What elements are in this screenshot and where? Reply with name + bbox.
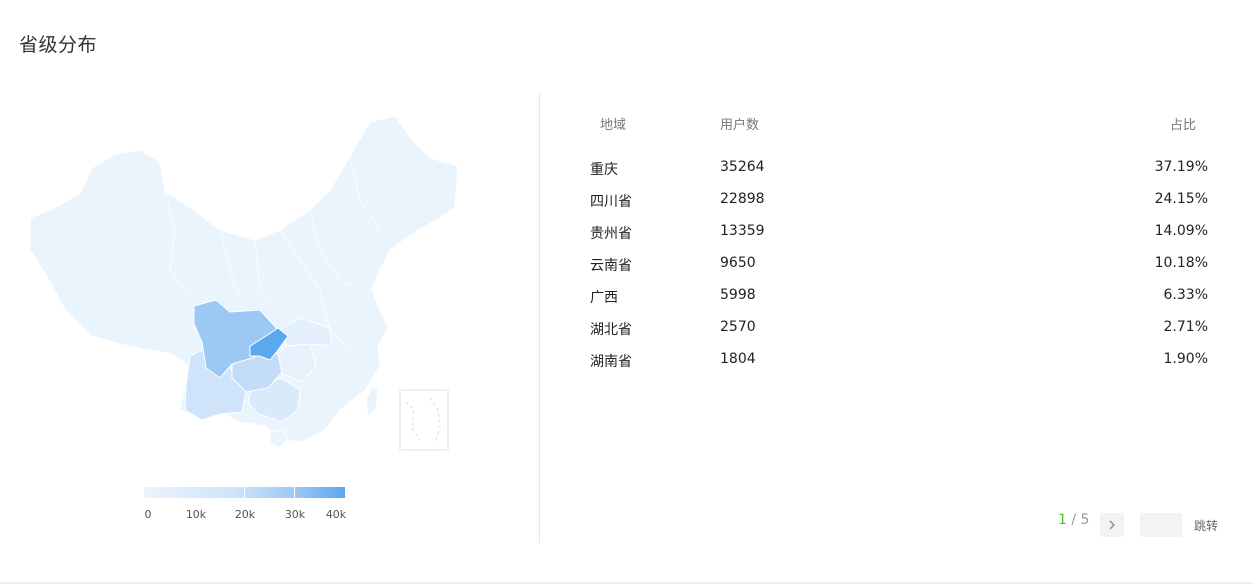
legend-tick: 30k bbox=[284, 508, 306, 521]
cell-share: 1.90% bbox=[1163, 351, 1208, 367]
map-region-hainan[interactable] bbox=[269, 429, 289, 449]
cell-region: 重庆 bbox=[590, 162, 618, 178]
table-row: 四川省 22898 24.15% bbox=[590, 191, 1208, 213]
cell-region: 贵州省 bbox=[590, 226, 632, 242]
pagination-indicator: 1 / 5 bbox=[1058, 512, 1089, 536]
cell-users: 1804 bbox=[720, 351, 756, 367]
table-row: 云南省 9650 10.18% bbox=[590, 255, 1208, 277]
cell-region: 湖南省 bbox=[590, 354, 632, 370]
table-row: 贵州省 13359 14.09% bbox=[590, 223, 1208, 245]
cell-region: 广西 bbox=[590, 290, 618, 306]
jump-page-input[interactable] bbox=[1140, 513, 1182, 537]
south-sea-inset bbox=[399, 389, 449, 451]
cell-share: 24.15% bbox=[1154, 191, 1208, 207]
section-title: 省级分布 bbox=[19, 34, 98, 56]
cell-region: 湖北省 bbox=[590, 322, 632, 338]
cell-users: 2570 bbox=[720, 319, 756, 335]
column-header-users: 用户数 bbox=[720, 118, 760, 133]
vertical-divider bbox=[539, 93, 540, 543]
chevron-right-icon bbox=[1109, 520, 1115, 530]
table-row: 湖南省 1804 1.90% bbox=[590, 351, 1208, 373]
next-page-button[interactable] bbox=[1100, 513, 1124, 537]
china-map bbox=[20, 110, 470, 460]
cell-share: 6.33% bbox=[1163, 287, 1208, 303]
cell-region: 四川省 bbox=[590, 194, 632, 210]
page-separator: / bbox=[1071, 512, 1077, 528]
cell-users: 5998 bbox=[720, 287, 756, 303]
table-row: 重庆 35264 37.19% bbox=[590, 159, 1208, 181]
cell-share: 14.09% bbox=[1154, 223, 1208, 239]
legend-gradient-bar[interactable] bbox=[144, 487, 345, 498]
total-pages: 5 bbox=[1080, 512, 1090, 528]
map-region-taiwan[interactable] bbox=[365, 385, 379, 417]
legend-tick: 10k bbox=[185, 508, 207, 521]
cell-share: 10.18% bbox=[1154, 255, 1208, 271]
table-row: 广西 5998 6.33% bbox=[590, 287, 1208, 309]
column-header-region: 地域 bbox=[600, 118, 627, 133]
cell-users: 35264 bbox=[720, 159, 765, 175]
legend-ticks: 0 10k 20k 30k 40k bbox=[144, 508, 347, 524]
cell-users: 9650 bbox=[720, 255, 756, 271]
cell-users: 13359 bbox=[720, 223, 765, 239]
cell-share: 2.71% bbox=[1163, 319, 1208, 335]
color-legend: 0 10k 20k 30k 40k bbox=[144, 487, 346, 524]
table-row: 湖北省 2570 2.71% bbox=[590, 319, 1208, 341]
legend-tick: 20k bbox=[234, 508, 256, 521]
current-page: 1 bbox=[1058, 512, 1067, 528]
cell-users: 22898 bbox=[720, 191, 765, 207]
column-header-share: 占比 bbox=[1170, 118, 1197, 133]
cell-share: 37.19% bbox=[1154, 159, 1208, 175]
cell-region: 云南省 bbox=[590, 258, 632, 274]
legend-tick: 40k bbox=[325, 508, 347, 521]
legend-tick: 0 bbox=[144, 508, 152, 521]
jump-button[interactable]: 跳转 bbox=[1194, 517, 1218, 534]
